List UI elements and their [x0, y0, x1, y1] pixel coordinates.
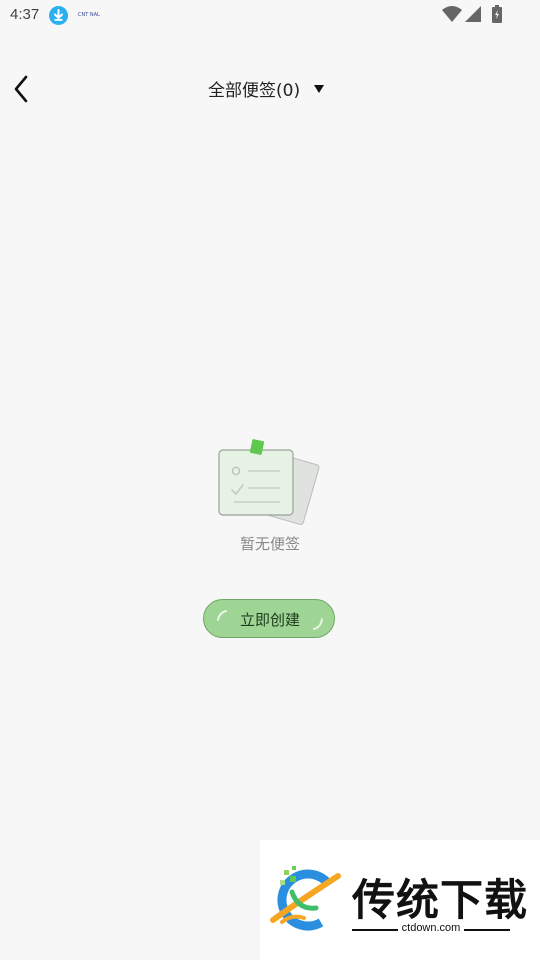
chevron-left-icon	[14, 75, 28, 103]
watermark-banner: 传统下载 ctdown.com	[260, 840, 540, 960]
status-icons	[438, 5, 508, 25]
note-filter-dropdown[interactable]: 全部便签(0)	[200, 74, 340, 102]
create-note-label: 立即创建	[239, 611, 300, 629]
watermark-divider-right	[464, 929, 510, 931]
watermark-title: 传统下载	[352, 876, 528, 926]
watermark-domain: ctdown.com	[401, 922, 461, 934]
status-bar: 4:37 CNT NAL	[0, 0, 540, 32]
wifi-icon	[442, 6, 462, 22]
back-button[interactable]	[4, 66, 44, 106]
app-header: 全部便签(0)	[0, 60, 540, 114]
ctdown-logo-icon	[270, 866, 341, 931]
notification-app-icon: CNT NAL	[78, 12, 100, 18]
download-icon	[49, 6, 68, 25]
status-time: 4:37	[10, 6, 40, 23]
empty-message: 暂无便签	[239, 535, 300, 553]
watermark-divider-left	[352, 929, 398, 931]
create-note-button[interactable]: 立即创建	[203, 599, 335, 638]
sticky-note-illustration	[218, 439, 320, 525]
front-note-shape	[218, 449, 294, 516]
page-title: 全部便签(0)	[208, 81, 301, 101]
battery-icon	[492, 5, 502, 23]
cellular-signal-icon	[465, 6, 481, 22]
triangle-down-icon	[314, 85, 324, 93]
